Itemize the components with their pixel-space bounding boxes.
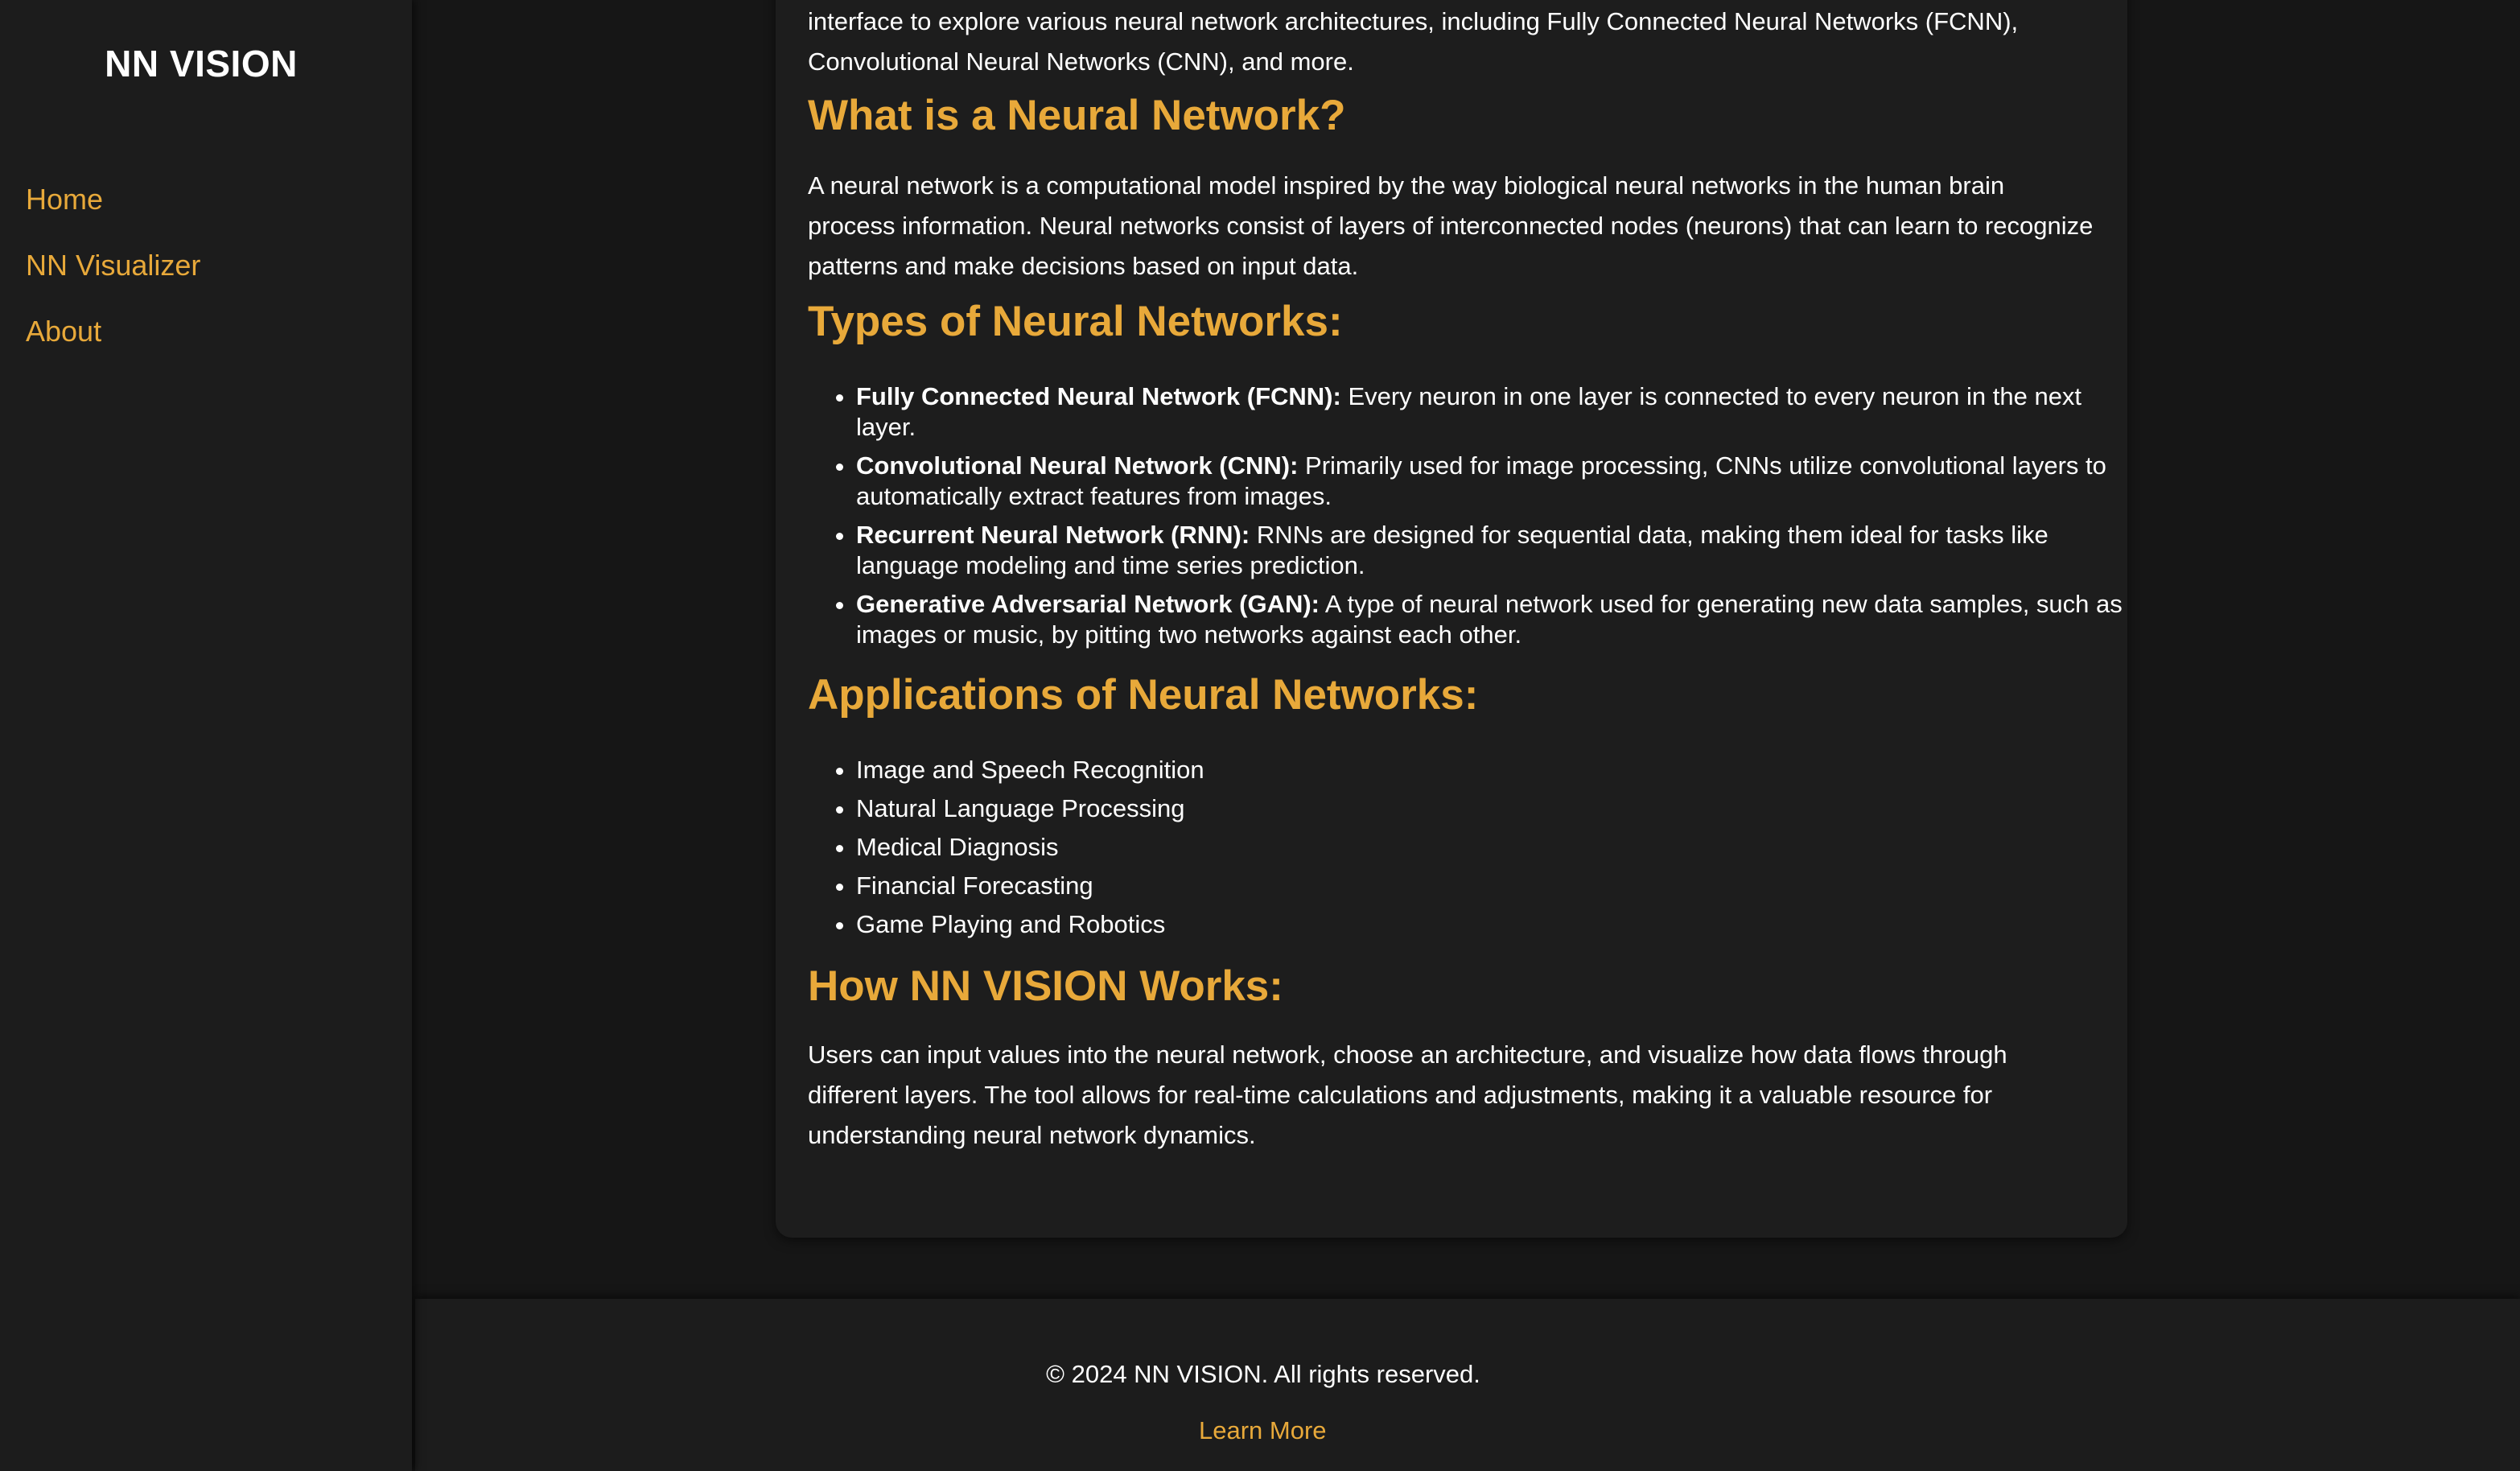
list-item: Natural Language Processing bbox=[856, 793, 2143, 824]
what-paragraph: A neural network is a computational mode… bbox=[808, 171, 2094, 280]
how-heading: How NN VISION Works: bbox=[808, 962, 1283, 1010]
main-area: NN VISION is a web-based tool designed t… bbox=[415, 0, 2520, 1299]
how-paragraph: Users can input values into the neural n… bbox=[808, 1040, 2007, 1149]
type-term: Generative Adversarial Network (GAN): bbox=[856, 590, 1320, 618]
sidebar-item-nn-visualizer: NN Visualizer bbox=[26, 243, 200, 309]
apps-list: Image and Speech Recognition Natural Lan… bbox=[808, 755, 2143, 948]
list-item: Game Playing and Robotics bbox=[856, 909, 2143, 940]
brand-title: NN VISION bbox=[105, 43, 298, 84]
sidebar-nav: Home NN Visualizer About bbox=[26, 177, 200, 375]
nav-link-about[interactable]: About bbox=[26, 309, 101, 354]
list-item: Fully Connected Neural Network (FCNN): E… bbox=[856, 381, 2143, 443]
content-card: NN VISION is a web-based tool designed t… bbox=[776, 0, 2127, 1238]
nav-link-home[interactable]: Home bbox=[26, 177, 103, 222]
nav-link-nn-visualizer[interactable]: NN Visualizer bbox=[26, 243, 200, 288]
type-term: Convolutional Neural Network (CNN): bbox=[856, 451, 1299, 480]
sidebar: NN VISION Home NN Visualizer About bbox=[0, 0, 412, 1471]
list-item: Convolutional Neural Network (CNN): Prim… bbox=[856, 451, 2143, 512]
type-term: Recurrent Neural Network (RNN): bbox=[856, 521, 1250, 549]
page-footer: © 2024 NN VISION. All rights reserved. L… bbox=[415, 1299, 2520, 1471]
list-item: Financial Forecasting bbox=[856, 871, 2143, 901]
type-term: Fully Connected Neural Network (FCNN): bbox=[856, 382, 1341, 410]
sidebar-item-home: Home bbox=[26, 177, 200, 243]
sidebar-item-about: About bbox=[26, 309, 200, 375]
copyright-text: © 2024 NN VISION. All rights reserved. bbox=[1046, 1360, 1480, 1388]
types-heading: Types of Neural Networks: bbox=[808, 298, 1343, 345]
learn-more-link[interactable]: Learn More bbox=[1199, 1413, 1327, 1448]
intro-paragraph: NN VISION is a web-based tool designed t… bbox=[808, 7, 2019, 76]
what-heading: What is a Neural Network? bbox=[808, 92, 1346, 139]
list-item: Generative Adversarial Network (GAN): A … bbox=[856, 589, 2143, 650]
apps-heading: Applications of Neural Networks: bbox=[808, 671, 1479, 719]
types-list: Fully Connected Neural Network (FCNN): E… bbox=[808, 381, 2143, 658]
list-item: Recurrent Neural Network (RNN): RNNs are… bbox=[856, 520, 2143, 581]
list-item: Medical Diagnosis bbox=[856, 832, 2143, 863]
list-item: Image and Speech Recognition bbox=[856, 755, 2143, 785]
